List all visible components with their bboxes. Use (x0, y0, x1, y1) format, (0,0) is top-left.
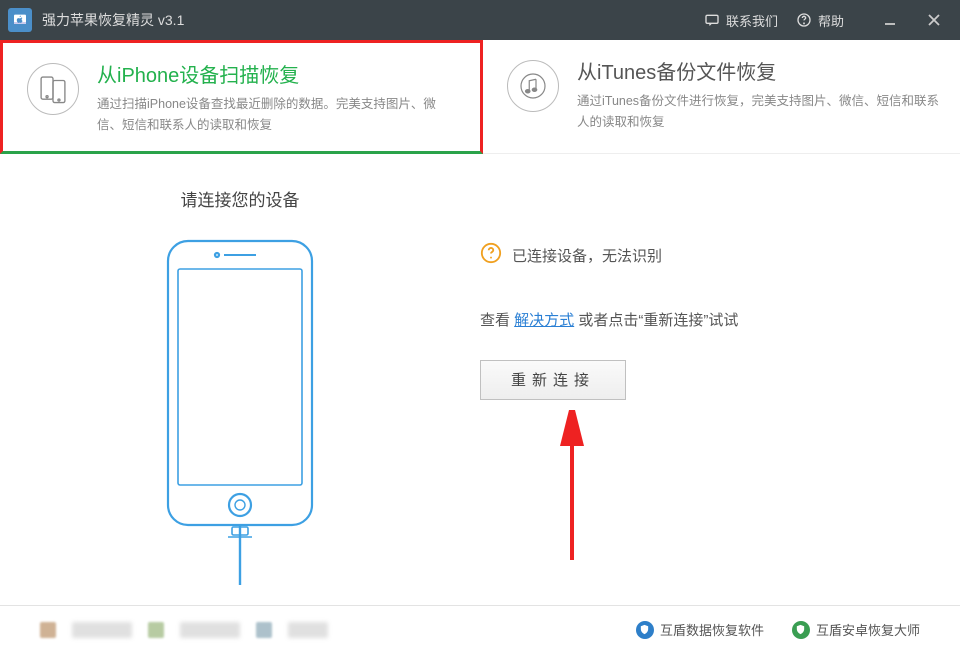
mode-iphone-title: 从iPhone设备扫描恢复 (97, 59, 460, 88)
hint-post: 或者点击“重新连接”试试 (574, 312, 738, 329)
contact-label: 联系我们 (726, 11, 778, 30)
titlebar: 强力苹果恢复精灵 v3.1 联系我们 帮助 (0, 0, 960, 40)
main-content: 请连接您的设备 已连接设备，无法识别 查看 解决方式 或者点击“重新连接”试试 (0, 154, 960, 592)
minimize-button[interactable] (872, 0, 908, 40)
app-logo-icon (8, 8, 32, 32)
footer-link1-label: 互盾数据恢复软件 (660, 620, 764, 639)
mode-iphone-desc: 通过扫描iPhone设备查找最近删除的数据。完美支持图片、微信、短信和联系人的读… (97, 94, 460, 137)
chat-icon (704, 12, 720, 28)
close-button[interactable] (916, 0, 952, 40)
footer-left-blurred (40, 622, 328, 638)
help-label: 帮助 (818, 11, 844, 30)
warning-icon (480, 242, 502, 269)
mode-itunes-backup[interactable]: 从iTunes备份文件恢复 通过iTunes备份文件进行恢复，完美支持图片、微信… (483, 40, 960, 154)
connect-prompt: 请连接您的设备 (40, 186, 440, 211)
hint-pre: 查看 (480, 312, 514, 329)
help-icon (796, 12, 812, 28)
footer-link-android-recovery[interactable]: 互盾安卓恢复大师 (792, 620, 920, 639)
shield-blue-icon (636, 621, 654, 639)
music-note-icon (507, 60, 559, 112)
phone-pair-icon (27, 63, 79, 115)
mode-iphone-scan[interactable]: 从iPhone设备扫描恢复 通过扫描iPhone设备查找最近删除的数据。完美支持… (0, 40, 483, 154)
footer-link-data-recovery[interactable]: 互盾数据恢复软件 (636, 620, 764, 639)
hint-row: 查看 解决方式 或者点击“重新连接”试试 (480, 309, 920, 330)
mode-itunes-title: 从iTunes备份文件恢复 (577, 56, 940, 85)
retry-button[interactable]: 重新连接 (480, 360, 626, 400)
mode-itunes-desc: 通过iTunes备份文件进行恢复，完美支持图片、微信、短信和联系人的读取和恢复 (577, 91, 940, 134)
help-button[interactable]: 帮助 (796, 11, 844, 30)
footer: 互盾数据恢复软件 互盾安卓恢复大师 (0, 605, 960, 653)
status-text: 已连接设备，无法识别 (512, 245, 662, 266)
shield-green-icon (792, 621, 810, 639)
solution-link[interactable]: 解决方式 (514, 312, 574, 329)
footer-link2-label: 互盾安卓恢复大师 (816, 620, 920, 639)
mode-selector: 从iPhone设备扫描恢复 通过扫描iPhone设备查找最近删除的数据。完美支持… (0, 40, 960, 154)
contact-button[interactable]: 联系我们 (704, 11, 778, 30)
phone-illustration (150, 237, 330, 592)
app-title: 强力苹果恢复精灵 v3.1 (42, 10, 184, 30)
